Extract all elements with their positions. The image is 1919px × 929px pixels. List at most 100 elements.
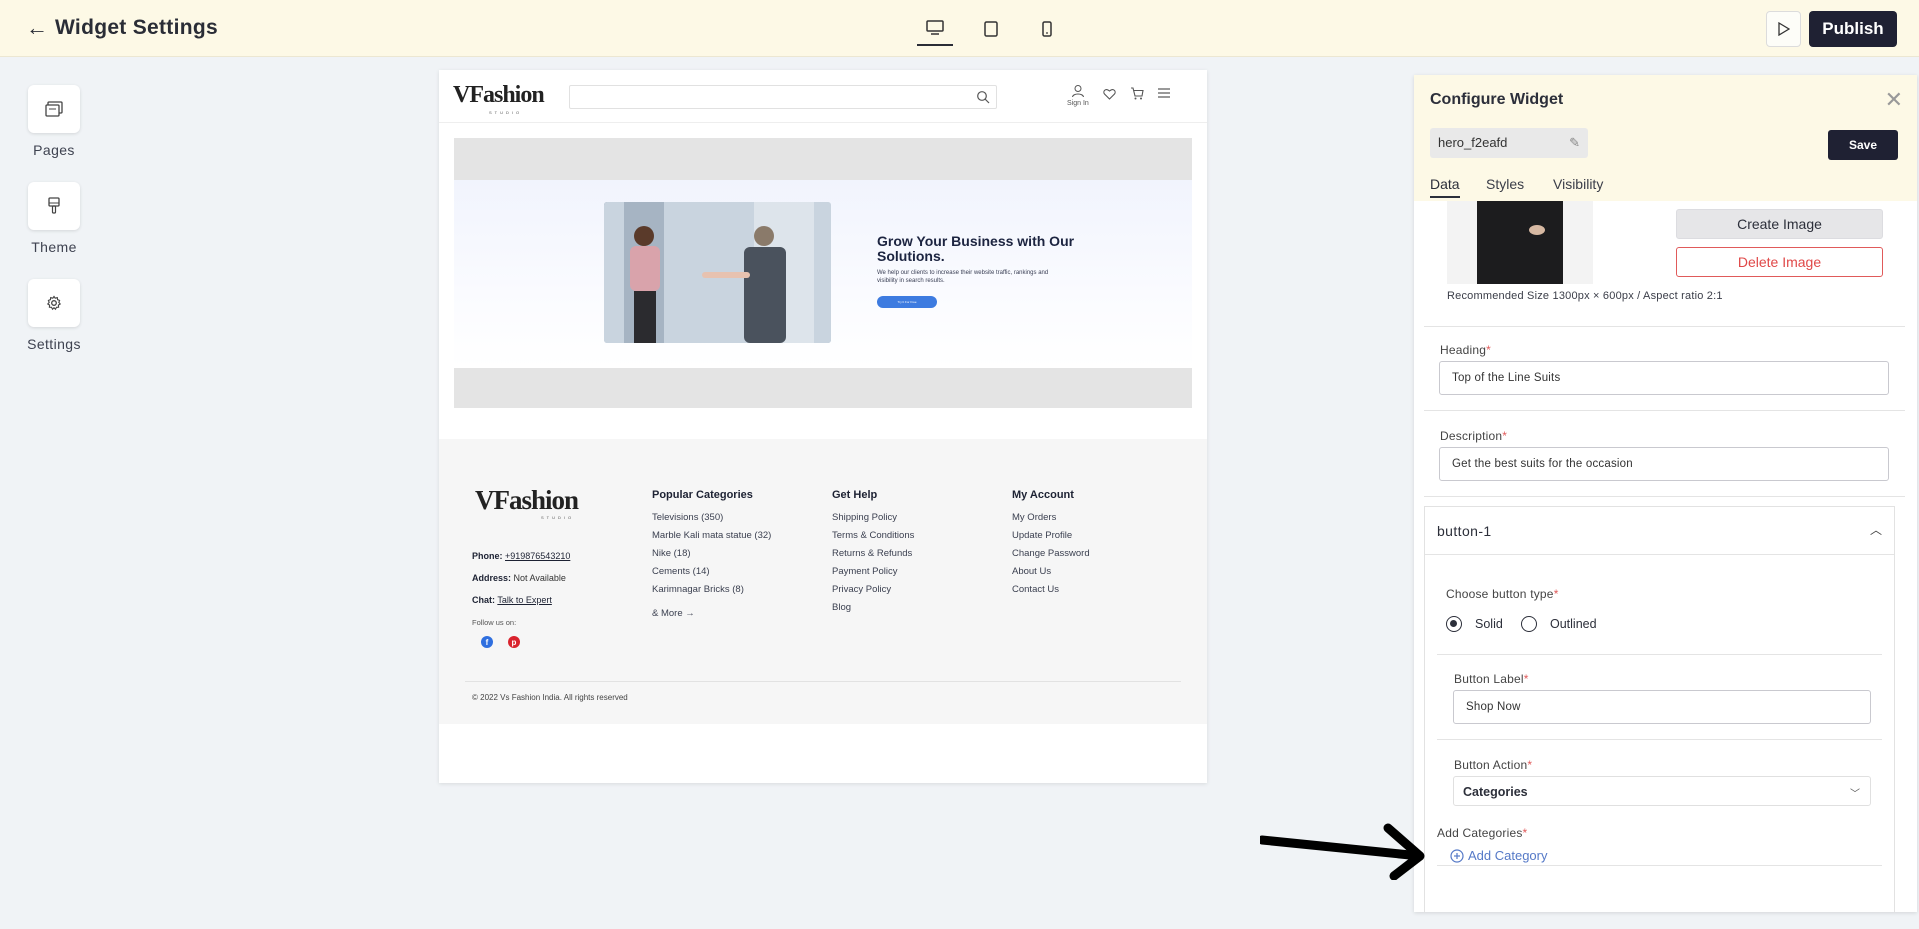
button-label-label: Button Label*: [1454, 672, 1529, 686]
footer-link[interactable]: Contact Us: [1012, 585, 1090, 595]
tab-data[interactable]: Data: [1430, 176, 1460, 198]
desktop-icon: [926, 20, 944, 35]
mobile-view-button[interactable]: [1029, 12, 1065, 46]
cart-icon[interactable]: [1130, 87, 1144, 100]
button-section-title: button-1: [1437, 523, 1492, 539]
footer-divider: [465, 681, 1181, 682]
divider: [1424, 496, 1905, 497]
rail-label-settings: Settings: [27, 336, 81, 352]
footer-col-categories: Popular Categories Televisions (350) Mar…: [652, 489, 771, 627]
footer-link[interactable]: Returns & Refunds: [832, 549, 914, 559]
close-icon[interactable]: ✕: [1885, 89, 1903, 111]
create-image-button[interactable]: Create Image: [1676, 209, 1883, 239]
footer-copyright: © 2022 Vs Fashion India. All rights rese…: [472, 693, 628, 702]
chevron-up-icon[interactable]: ︿: [1870, 521, 1882, 538]
heading-label: Heading*: [1440, 343, 1491, 357]
divider: [1437, 654, 1882, 655]
divider: [1425, 554, 1894, 555]
footer-phone: Phone: +919876543210: [472, 551, 571, 561]
hero-cta-button[interactable]: Try It For Free: [877, 296, 937, 308]
chevron-down-icon: ﹀: [1850, 789, 1860, 800]
rail-label-pages: Pages: [33, 142, 75, 158]
button-action-value: Categories: [1463, 785, 1528, 799]
footer-link[interactable]: About Us: [1012, 567, 1090, 577]
footer-link[interactable]: Update Profile: [1012, 531, 1090, 541]
footer-link[interactable]: Nike (18): [652, 549, 771, 559]
tablet-icon: [984, 21, 998, 37]
preview-logo-sub: STUDIO: [489, 110, 523, 115]
save-button[interactable]: Save: [1828, 130, 1898, 160]
tablet-view-button[interactable]: [973, 12, 1009, 46]
tab-styles[interactable]: Styles: [1486, 176, 1524, 196]
configure-widget-panel: Configure Widget ✕ hero_f2eafd ✎ Save Da…: [1414, 75, 1917, 912]
footer-link[interactable]: Terms & Conditions: [832, 531, 914, 541]
annotation-arrow-icon: [1260, 823, 1425, 880]
preview-logo: VFashion: [453, 82, 545, 108]
button-action-label: Button Action*: [1454, 758, 1533, 772]
footer-link[interactable]: Marble Kali mata statue (32): [652, 531, 771, 541]
user-icon[interactable]: [1071, 84, 1085, 98]
desktop-view-button[interactable]: [917, 12, 953, 46]
hero-banner[interactable]: Grow Your Business with Our Solutions. W…: [454, 180, 1192, 368]
footer-logo-sub: STUDIO: [541, 515, 575, 520]
heading-input[interactable]: Top of the Line Suits: [1439, 361, 1889, 395]
footer-chat: Chat: Talk to Expert: [472, 595, 552, 605]
panel-header: Configure Widget ✕ hero_f2eafd ✎ Save Da…: [1414, 75, 1917, 201]
hero-heading: Grow Your Business with Our Solutions.: [877, 233, 1075, 264]
footer-link[interactable]: Cements (14): [652, 567, 771, 577]
publish-button[interactable]: Publish: [1809, 11, 1897, 47]
add-category-label: Add Category: [1468, 848, 1548, 863]
rail-item-pages[interactable]: Pages: [22, 85, 86, 158]
divider: [1437, 865, 1882, 866]
menu-icon[interactable]: [1158, 88, 1170, 98]
radio-solid-label: Solid: [1475, 617, 1503, 631]
footer-more-link[interactable]: & More →: [652, 609, 771, 619]
footer-link[interactable]: Shipping Policy: [832, 513, 914, 523]
button-action-select[interactable]: Categories ﹀: [1453, 776, 1871, 806]
footer-address: Address: Not Available: [472, 573, 566, 583]
heart-icon[interactable]: [1103, 88, 1116, 100]
rail-item-theme[interactable]: Theme: [22, 182, 86, 255]
footer-link[interactable]: Blog: [832, 603, 914, 613]
recommended-size-note: Recommended Size 1300px × 600px / Aspect…: [1447, 290, 1723, 302]
page-preview: VFashion STUDIO Sign In Grow Your Busine…: [439, 70, 1207, 783]
add-category-link[interactable]: Add Category: [1450, 848, 1548, 863]
footer-link[interactable]: Karimnagar Bricks (8): [652, 585, 771, 595]
arrow-left-icon[interactable]: ←: [26, 16, 48, 40]
footer-col-title: Popular Categories: [652, 489, 753, 501]
preview-footer: VFashion STUDIO Phone: +919876543210 Add…: [439, 439, 1207, 724]
radio-outlined[interactable]: [1521, 616, 1537, 632]
button-label-input[interactable]: Shop Now: [1453, 690, 1871, 724]
mobile-icon: [1042, 21, 1052, 37]
facebook-icon[interactable]: f: [481, 636, 493, 648]
preview-play-button[interactable]: [1766, 11, 1801, 47]
preview-search-input[interactable]: [569, 85, 997, 109]
widget-name-field[interactable]: hero_f2eafd ✎: [1430, 128, 1588, 158]
pencil-icon[interactable]: ✎: [1569, 135, 1580, 151]
radio-solid[interactable]: [1446, 616, 1462, 632]
radio-outlined-label: Outlined: [1550, 617, 1597, 631]
preview-signin-label: Sign In: [1067, 100, 1089, 107]
pinterest-icon[interactable]: p: [508, 636, 520, 648]
footer-link[interactable]: My Orders: [1012, 513, 1090, 523]
footer-link[interactable]: Payment Policy: [832, 567, 914, 577]
hero-image: [604, 202, 831, 343]
search-icon: [977, 91, 990, 104]
footer-follow: Follow us on:: [472, 618, 517, 627]
tab-visibility[interactable]: Visibility: [1553, 176, 1603, 196]
footer-link[interactable]: Privacy Policy: [832, 585, 914, 595]
description-input[interactable]: Get the best suits for the occasion: [1439, 447, 1889, 481]
footer-col-title: Get Help: [832, 489, 878, 501]
divider: [1437, 739, 1882, 740]
pages-icon: [28, 85, 80, 133]
footer-link[interactable]: Change Password: [1012, 549, 1090, 559]
description-label: Description*: [1440, 429, 1508, 443]
delete-image-button[interactable]: Delete Image: [1676, 247, 1883, 277]
chat-link[interactable]: Talk to Expert: [497, 595, 552, 605]
footer-link[interactable]: Televisions (350): [652, 513, 771, 523]
footer-col-help: Get Help Shipping Policy Terms & Conditi…: [832, 489, 914, 621]
page-title: Widget Settings: [55, 16, 218, 39]
rail-label-theme: Theme: [31, 239, 77, 255]
rail-item-settings[interactable]: Settings: [22, 279, 86, 352]
phone-link[interactable]: +919876543210: [505, 551, 570, 561]
